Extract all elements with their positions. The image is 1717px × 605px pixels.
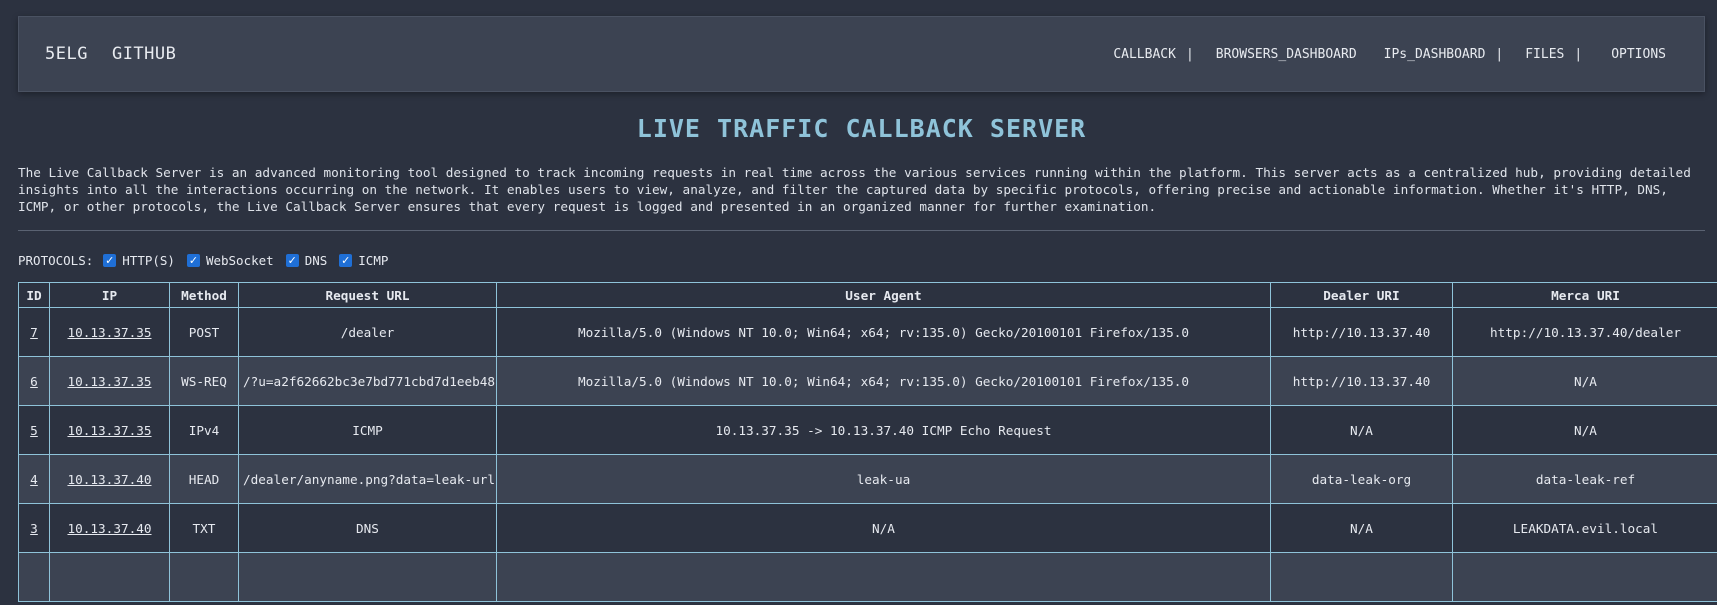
- description-line: The Live Callback Server is an advanced …: [18, 165, 1691, 180]
- websocket-label: WebSocket: [205, 252, 274, 268]
- cell-merca-uri: http://10.13.37.40/dealer: [1452, 307, 1717, 357]
- cell-method: HEAD: [169, 454, 239, 504]
- nav-brand-group: 5ELG GITHUB: [45, 44, 176, 64]
- cell-request-url: ICMP: [238, 405, 497, 455]
- cell-request-url: /dealer/anyname.png?data=leak-url: [238, 454, 497, 504]
- cell-id[interactable]: 5: [18, 405, 50, 455]
- cell-request-url: DNS: [238, 503, 497, 553]
- column-header-id[interactable]: ID: [18, 282, 50, 308]
- cell-ip[interactable]: 10.13.37.35: [49, 405, 170, 455]
- cell-user-agent: leak-ua: [496, 454, 1271, 504]
- traffic-table: ID IP Method Request URL User Agent Deal…: [18, 282, 1717, 602]
- table-row: 4 10.13.37.40 HEAD /dealer/anyname.png?d…: [18, 454, 1717, 504]
- id-link[interactable]: 7: [30, 325, 38, 340]
- cell-dealer-uri: N/A: [1270, 503, 1453, 553]
- cell-method: WS-REQ: [169, 356, 239, 406]
- cell-id[interactable]: 4: [18, 454, 50, 504]
- nav-ips-dashboard-link[interactable]: IPs_DASHBOARD: [1384, 47, 1486, 62]
- nav-menu: CALLBACK | BROWSERS_DASHBOARD IPs_DASHBO…: [1113, 47, 1666, 62]
- ip-link[interactable]: 10.13.37.35: [67, 325, 151, 340]
- table-row: 5 10.13.37.35 IPv4 ICMP 10.13.37.35 -> 1…: [18, 405, 1717, 455]
- id-link[interactable]: 4: [30, 472, 38, 487]
- id-link[interactable]: 3: [30, 521, 38, 536]
- http-checkbox[interactable]: ✓: [103, 253, 117, 267]
- top-navbar: 5ELG GITHUB CALLBACK | BROWSERS_DASHBOAR…: [18, 16, 1705, 92]
- id-link[interactable]: 5: [30, 423, 38, 438]
- description-line: ICMP, or other protocols, the Live Callb…: [18, 199, 1157, 214]
- github-link[interactable]: GITHUB: [112, 44, 176, 64]
- cell-id: [18, 552, 50, 602]
- table-row: 3 10.13.37.40 TXT DNS N/A N/A LEAKDATA.e…: [18, 503, 1717, 553]
- cell-id[interactable]: 7: [18, 307, 50, 357]
- ip-link[interactable]: 10.13.37.35: [67, 374, 151, 389]
- column-header-merca-uri[interactable]: Merca URI: [1452, 282, 1717, 308]
- cell-merca-uri: LEAKDATA.evil.local: [1452, 503, 1717, 553]
- cell-ip[interactable]: 10.13.37.40: [49, 454, 170, 504]
- cell-dealer-uri: data-leak-org: [1270, 454, 1453, 504]
- ip-link[interactable]: 10.13.37.35: [67, 423, 151, 438]
- table-row: [18, 552, 1717, 602]
- dns-checkbox[interactable]: ✓: [285, 253, 299, 267]
- cell-dealer-uri: N/A: [1270, 405, 1453, 455]
- cell-method: [169, 552, 239, 602]
- cell-ip[interactable]: 10.13.37.40: [49, 503, 170, 553]
- icmp-checkbox[interactable]: ✓: [339, 253, 353, 267]
- nav-callback-link[interactable]: CALLBACK: [1113, 47, 1176, 62]
- column-header-dealer-uri[interactable]: Dealer URI: [1270, 282, 1453, 308]
- cell-dealer-uri: http://10.13.37.40: [1270, 307, 1453, 357]
- cell-user-agent: N/A: [496, 503, 1271, 553]
- cell-user-agent: Mozilla/5.0 (Windows NT 10.0; Win64; x64…: [496, 356, 1271, 406]
- cell-method: TXT: [169, 503, 239, 553]
- column-header-method[interactable]: Method: [169, 282, 239, 308]
- protocol-filter: PROTOCOLS: ✓ HTTP(S) ✓ WebSocket ✓ DNS ✓…: [18, 251, 1705, 269]
- id-link[interactable]: 6: [30, 374, 38, 389]
- cell-dealer-uri: [1270, 552, 1453, 602]
- cell-ip: [49, 552, 170, 602]
- cell-merca-uri: [1452, 552, 1717, 602]
- cell-dealer-uri: http://10.13.37.40: [1270, 356, 1453, 406]
- cell-merca-uri: data-leak-ref: [1452, 454, 1717, 504]
- table-row: 6 10.13.37.35 WS-REQ /?u=a2f62662bc3e7bd…: [18, 356, 1717, 406]
- cell-id[interactable]: 6: [18, 356, 50, 406]
- cell-merca-uri: N/A: [1452, 405, 1717, 455]
- nav-files-link[interactable]: FILES: [1525, 47, 1564, 62]
- nav-separator: |: [1185, 46, 1194, 62]
- nav-browsers-dashboard-link[interactable]: BROWSERS_DASHBOARD: [1216, 47, 1357, 62]
- cell-method: POST: [169, 307, 239, 357]
- cell-request-url: /dealer: [238, 307, 497, 357]
- column-header-request-url[interactable]: Request URL: [238, 282, 497, 308]
- cell-request-url: [238, 552, 497, 602]
- websocket-checkbox[interactable]: ✓: [186, 253, 200, 267]
- dns-label: DNS: [304, 252, 328, 268]
- nav-separator: |: [1574, 46, 1583, 62]
- nav-separator: |: [1495, 46, 1504, 62]
- ip-link[interactable]: 10.13.37.40: [67, 521, 151, 536]
- http-label: HTTP(S): [122, 252, 175, 268]
- section-divider: [18, 230, 1705, 231]
- column-header-ip[interactable]: IP: [49, 282, 170, 308]
- ip-link[interactable]: 10.13.37.40: [67, 472, 151, 487]
- page-title: LIVE TRAFFIC CALLBACK SERVER: [636, 114, 1087, 143]
- icmp-label: ICMP: [358, 252, 389, 268]
- cell-ip[interactable]: 10.13.37.35: [49, 307, 170, 357]
- brand-link[interactable]: 5ELG: [45, 44, 88, 64]
- cell-user-agent: [496, 552, 1271, 602]
- cell-request-url: /?u=a2f62662bc3e7bd771cbd7d1eeb48: [238, 356, 497, 406]
- cell-id[interactable]: 3: [18, 503, 50, 553]
- cell-method: IPv4: [169, 405, 239, 455]
- nav-options-link[interactable]: OPTIONS: [1611, 47, 1666, 62]
- cell-user-agent: Mozilla/5.0 (Windows NT 10.0; Win64; x64…: [496, 307, 1271, 357]
- cell-user-agent: 10.13.37.35 -> 10.13.37.40 ICMP Echo Req…: [496, 405, 1271, 455]
- cell-ip[interactable]: 10.13.37.35: [49, 356, 170, 406]
- table-header-row: ID IP Method Request URL User Agent Deal…: [18, 282, 1717, 308]
- protocols-label: PROTOCOLS:: [18, 252, 94, 268]
- column-header-user-agent[interactable]: User Agent: [496, 282, 1271, 308]
- table-row: 7 10.13.37.35 POST /dealer Mozilla/5.0 (…: [18, 307, 1717, 357]
- description-line: insights into all the interactions occur…: [18, 182, 1668, 197]
- page-description: The Live Callback Server is an advanced …: [18, 164, 1705, 215]
- cell-merca-uri: N/A: [1452, 356, 1717, 406]
